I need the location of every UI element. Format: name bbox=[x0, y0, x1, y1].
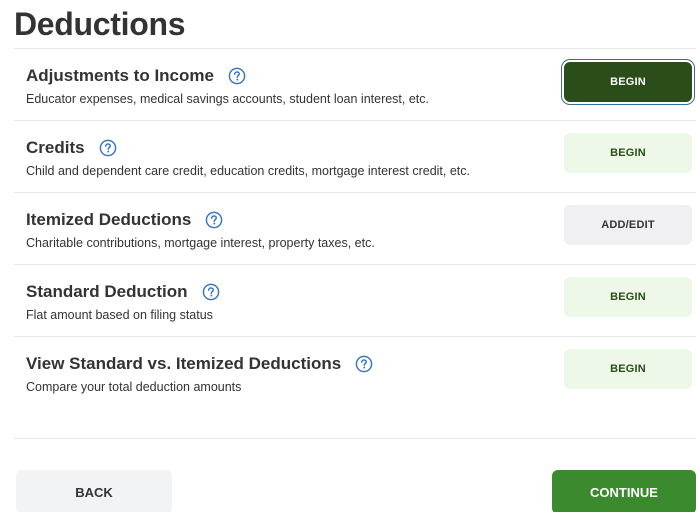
question-circle-icon[interactable] bbox=[205, 211, 223, 229]
deduction-row-view-standard-vs-itemized: View Standard vs. Itemized Deductions Co… bbox=[14, 336, 696, 408]
begin-view-comparison-button[interactable]: BEGIN bbox=[564, 349, 692, 389]
row-description: Charitable contributions, mortgage inter… bbox=[26, 236, 375, 250]
deduction-row-adjustments-to-income: Adjustments to Income Educator expenses,… bbox=[14, 48, 696, 120]
begin-standard-deduction-button[interactable]: BEGIN bbox=[564, 277, 692, 317]
row-title: Credits bbox=[26, 138, 85, 157]
row-description: Educator expenses, medical savings accou… bbox=[26, 92, 430, 106]
deduction-row-standard-deduction: Standard Deduction Flat amount based on … bbox=[14, 264, 696, 336]
question-circle-icon[interactable] bbox=[99, 139, 117, 157]
row-description: Child and dependent care credit, educati… bbox=[26, 164, 471, 178]
row-text: Standard Deduction Flat amount based on … bbox=[26, 280, 220, 324]
begin-credits-button[interactable]: BEGIN bbox=[564, 133, 692, 173]
deductions-page: Deductions Adjustments to Income Educato… bbox=[0, 0, 696, 512]
row-title: View Standard vs. Itemized Deductions bbox=[26, 354, 342, 373]
row-text: Credits Child and dependent care credit,… bbox=[26, 136, 470, 180]
row-text: View Standard vs. Itemized Deductions Co… bbox=[26, 352, 373, 396]
page-title: Deductions bbox=[14, 6, 186, 42]
question-circle-icon[interactable] bbox=[202, 283, 220, 301]
add-edit-itemized-button[interactable]: ADD/EDIT bbox=[564, 205, 692, 245]
row-title: Standard Deduction bbox=[26, 282, 188, 301]
back-button[interactable]: BACK bbox=[16, 470, 172, 512]
deduction-row-credits: Credits Child and dependent care credit,… bbox=[14, 120, 696, 192]
question-circle-icon[interactable] bbox=[228, 67, 246, 85]
row-title: Itemized Deductions bbox=[26, 210, 192, 229]
row-description: Compare your total deduction amounts bbox=[26, 380, 242, 394]
divider bbox=[14, 438, 696, 439]
row-text: Itemized Deductions Charitable contribut… bbox=[26, 208, 375, 252]
continue-button[interactable]: CONTINUE bbox=[552, 470, 696, 512]
deduction-row-itemized-deductions: Itemized Deductions Charitable contribut… bbox=[14, 192, 696, 264]
begin-adjustments-button[interactable]: BEGIN bbox=[564, 62, 692, 102]
question-circle-icon[interactable] bbox=[355, 355, 373, 373]
row-title: Adjustments to Income bbox=[26, 66, 214, 85]
row-text: Adjustments to Income Educator expenses,… bbox=[26, 64, 429, 108]
row-description: Flat amount based on filing status bbox=[26, 308, 213, 322]
